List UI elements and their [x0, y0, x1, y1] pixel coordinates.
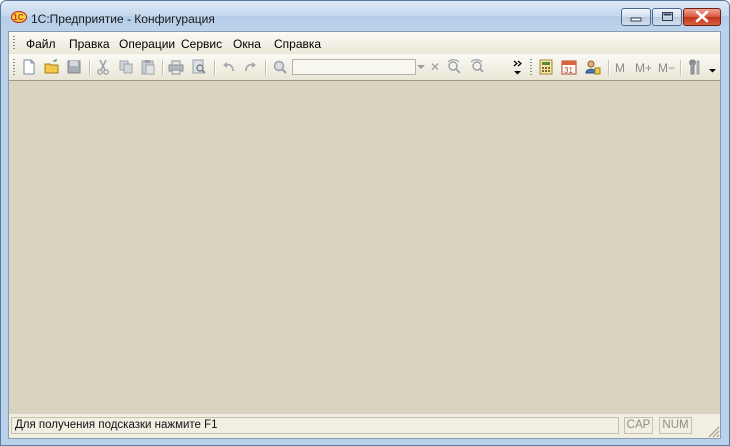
toolbar-separator: [89, 60, 91, 75]
memory-add-button[interactable]: M+: [635, 61, 652, 75]
toolbar-grip[interactable]: [530, 59, 532, 75]
find-next-icon[interactable]: [445, 58, 463, 76]
chevron-more-icon[interactable]: [509, 58, 527, 76]
menu-bar: Файл Правка Операции Сервис Окна Справка: [9, 32, 720, 54]
toolbar-separator: [680, 60, 682, 75]
status-bar: Для получения подсказки нажмите F1 CAP N…: [9, 414, 720, 438]
toolbar: ✕ 31 M M+ M−: [9, 54, 720, 81]
menu-grip[interactable]: [13, 36, 15, 50]
close-button[interactable]: [683, 8, 721, 26]
print-preview-icon[interactable]: [190, 58, 208, 76]
users-icon[interactable]: [584, 58, 602, 76]
toolbar-separator: [608, 60, 610, 75]
resize-grip-icon[interactable]: [706, 424, 720, 438]
search-input[interactable]: [292, 59, 416, 75]
find-previous-icon[interactable]: [467, 58, 485, 76]
maximize-button[interactable]: [652, 8, 682, 26]
redo-icon[interactable]: [241, 58, 259, 76]
print-icon[interactable]: [167, 58, 185, 76]
app-window: 1C 1С:Предприятие - Конфигурация Файл Пр…: [0, 0, 730, 446]
workspace: [9, 80, 720, 415]
calendar-day: 31: [564, 66, 573, 75]
clear-search-icon[interactable]: ✕: [429, 59, 441, 75]
toolbar-separator: [162, 60, 164, 75]
close-icon: [695, 10, 709, 23]
menu-help[interactable]: Справка: [274, 37, 321, 51]
toolbar-grip[interactable]: [13, 59, 15, 75]
open-folder-icon[interactable]: [43, 58, 61, 76]
status-hint: Для получения подсказки нажмите F1: [11, 417, 619, 434]
maximize-icon: [662, 12, 673, 21]
menu-service[interactable]: Сервис: [181, 37, 222, 51]
toolbar-separator: [265, 60, 267, 75]
num-lock-indicator: NUM: [659, 417, 692, 434]
copy-icon[interactable]: [117, 58, 135, 76]
chevron-down-icon[interactable]: [414, 59, 428, 75]
calculator-icon[interactable]: [537, 58, 555, 76]
minimize-button[interactable]: [621, 8, 651, 26]
title-bar[interactable]: 1C 1С:Предприятие - Конфигурация: [1, 1, 729, 31]
1c-logo-icon: 1C: [10, 10, 28, 24]
minimize-icon: [630, 17, 642, 22]
undo-icon[interactable]: [220, 58, 238, 76]
calendar-icon[interactable]: 31: [560, 58, 578, 76]
menu-windows[interactable]: Окна: [233, 37, 261, 51]
new-document-icon[interactable]: [20, 58, 38, 76]
paste-icon[interactable]: [139, 58, 157, 76]
toolbar-separator: [214, 60, 216, 75]
memory-button[interactable]: M: [615, 61, 625, 75]
menu-edit[interactable]: Правка: [69, 37, 110, 51]
menu-operations[interactable]: Операции: [119, 37, 175, 51]
cut-icon[interactable]: [94, 58, 112, 76]
svg-text:1C: 1C: [13, 13, 23, 22]
menu-file[interactable]: Файл: [26, 37, 56, 51]
window-title: 1С:Предприятие - Конфигурация: [31, 12, 215, 26]
client-area: Файл Правка Операции Сервис Окна Справка: [8, 31, 721, 439]
caps-lock-indicator: CAP: [624, 417, 653, 434]
dropdown-arrow-icon[interactable]: [704, 58, 722, 76]
memory-subtract-button[interactable]: M−: [658, 61, 675, 75]
find-icon[interactable]: [271, 58, 289, 76]
save-icon[interactable]: [65, 58, 83, 76]
tools-icon[interactable]: [686, 58, 704, 76]
